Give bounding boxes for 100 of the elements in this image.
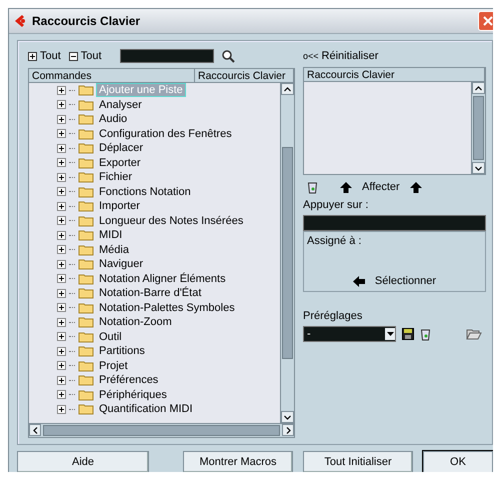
save-button[interactable] bbox=[402, 328, 414, 340]
left-chevron-icon bbox=[32, 426, 38, 434]
trash-icon[interactable] bbox=[307, 180, 318, 194]
tree-item[interactable]: Préférences bbox=[97, 374, 160, 386]
folder-icon bbox=[78, 360, 94, 372]
expand-icon[interactable] bbox=[57, 303, 66, 312]
scrollbar[interactable] bbox=[280, 83, 294, 423]
folder-icon bbox=[78, 316, 94, 328]
column-header[interactable]: Raccourcis Clavier bbox=[195, 69, 294, 83]
open-button[interactable] bbox=[466, 328, 482, 340]
up-chevron-icon bbox=[475, 86, 482, 90]
down-chevron-icon bbox=[284, 414, 291, 420]
assign-button[interactable]: Affecter bbox=[340, 181, 422, 193]
collapse-all-button[interactable]: Tout bbox=[68, 50, 102, 62]
folder-icon bbox=[78, 330, 94, 343]
tree-item[interactable]: Média bbox=[97, 244, 131, 256]
window-title: Raccourcis Clavier bbox=[32, 14, 142, 28]
right-chevron-icon bbox=[286, 426, 290, 434]
horizontal-scrollbar[interactable] bbox=[29, 423, 294, 437]
expand-icon[interactable] bbox=[57, 361, 66, 370]
minus-box-icon[interactable] bbox=[68, 52, 78, 60]
tree-item[interactable]: Notation-Zoom bbox=[97, 316, 174, 328]
tree-item[interactable]: Notation Aligner Éléments bbox=[97, 272, 228, 285]
folder-icon bbox=[78, 403, 94, 416]
tree-item[interactable]: Exporter bbox=[97, 156, 143, 169]
down-chevron-icon bbox=[475, 166, 482, 170]
reset-button[interactable]: o<< Réinitialiser bbox=[303, 49, 486, 63]
expand-icon[interactable] bbox=[57, 216, 66, 226]
folder-icon bbox=[466, 328, 482, 340]
tree-item[interactable]: Longueur des Notes Insérées bbox=[97, 214, 246, 227]
tree-item[interactable]: MIDI bbox=[97, 229, 124, 242]
tree-item[interactable]: Audio bbox=[97, 113, 130, 126]
expand-icon[interactable] bbox=[57, 158, 66, 168]
expand-icon[interactable] bbox=[57, 100, 66, 110]
column-header[interactable]: Raccourcis Clavier bbox=[304, 68, 485, 82]
plus-box-icon[interactable] bbox=[28, 52, 37, 60]
expand-all-button[interactable]: Tout bbox=[28, 50, 61, 62]
expand-icon[interactable] bbox=[57, 86, 66, 95]
expand-icon[interactable] bbox=[57, 332, 66, 342]
folder-icon bbox=[78, 287, 94, 300]
tree-item[interactable]: Configuration des Fenêtres bbox=[97, 128, 234, 140]
folder-icon bbox=[78, 214, 94, 227]
key-input-field[interactable] bbox=[303, 215, 486, 231]
tree-item[interactable]: Déplacer bbox=[97, 142, 146, 154]
expand-icon[interactable] bbox=[57, 144, 66, 153]
presets-label: Préréglages bbox=[303, 310, 364, 322]
expand-icon[interactable] bbox=[57, 288, 66, 298]
expand-icon[interactable] bbox=[57, 318, 66, 327]
folder-icon bbox=[78, 128, 94, 140]
folder-icon bbox=[78, 113, 94, 126]
scrollbar[interactable] bbox=[471, 82, 485, 174]
folder-icon bbox=[78, 258, 94, 270]
up-arrow-icon bbox=[410, 182, 422, 192]
expand-icon[interactable] bbox=[57, 114, 66, 124]
dialog-button[interactable]: Montrer Macros bbox=[183, 451, 293, 472]
tree-item[interactable]: Périphériques bbox=[97, 388, 169, 401]
folder-icon bbox=[78, 171, 94, 184]
expand-icon[interactable] bbox=[57, 346, 66, 356]
expand-icon[interactable] bbox=[57, 230, 66, 240]
dialog-button[interactable]: OK bbox=[423, 451, 493, 472]
select-button[interactable]: Sélectionner bbox=[352, 275, 436, 287]
field-label: Appuyer sur : bbox=[303, 199, 370, 211]
tree-item[interactable]: Outil bbox=[97, 330, 124, 343]
expand-icon[interactable] bbox=[57, 202, 66, 211]
tree-item[interactable]: Fonctions Notation bbox=[97, 186, 193, 198]
search-field[interactable] bbox=[120, 49, 214, 63]
close-button[interactable] bbox=[478, 11, 493, 31]
column-header[interactable]: Commandes bbox=[29, 69, 195, 83]
expand-icon[interactable] bbox=[57, 245, 66, 254]
search-icon[interactable] bbox=[222, 50, 235, 62]
tree-item[interactable]: Notation-Barre d'État bbox=[97, 287, 204, 300]
folder-icon bbox=[78, 302, 94, 314]
folder-icon bbox=[78, 374, 94, 386]
tree-item[interactable]: Partitions bbox=[97, 345, 147, 358]
expand-icon[interactable] bbox=[57, 274, 66, 284]
expand-icon[interactable] bbox=[57, 404, 66, 414]
dialog-button[interactable]: Aide bbox=[17, 451, 149, 472]
folder-icon bbox=[78, 229, 94, 242]
tree-item[interactable]: Naviguer bbox=[97, 258, 146, 270]
tree-item[interactable]: Projet bbox=[97, 360, 130, 372]
app-logo-icon bbox=[15, 15, 27, 27]
tree-item[interactable]: Quantification MIDI bbox=[97, 403, 195, 416]
tree-item[interactable]: Analyser bbox=[97, 98, 144, 111]
expand-icon[interactable] bbox=[57, 260, 66, 269]
field-label: Assigné à : bbox=[307, 235, 362, 247]
expand-icon[interactable] bbox=[57, 129, 66, 138]
close-icon bbox=[483, 16, 493, 26]
expand-icon[interactable] bbox=[57, 172, 66, 182]
tree-item[interactable]: Importer bbox=[97, 200, 142, 212]
presets-dropdown[interactable]: - bbox=[303, 326, 396, 342]
folder-icon bbox=[78, 200, 94, 212]
trash-icon[interactable] bbox=[420, 328, 431, 340]
folder-icon bbox=[78, 156, 94, 169]
expand-icon[interactable] bbox=[57, 390, 66, 400]
dialog-button[interactable]: Tout Initialiser bbox=[303, 451, 413, 472]
folder-icon bbox=[78, 388, 94, 401]
expand-icon[interactable] bbox=[57, 187, 66, 196]
tree-item[interactable]: Notation-Palettes Symboles bbox=[97, 302, 237, 314]
tree-item[interactable]: Fichier bbox=[97, 171, 134, 184]
expand-icon[interactable] bbox=[57, 376, 66, 385]
